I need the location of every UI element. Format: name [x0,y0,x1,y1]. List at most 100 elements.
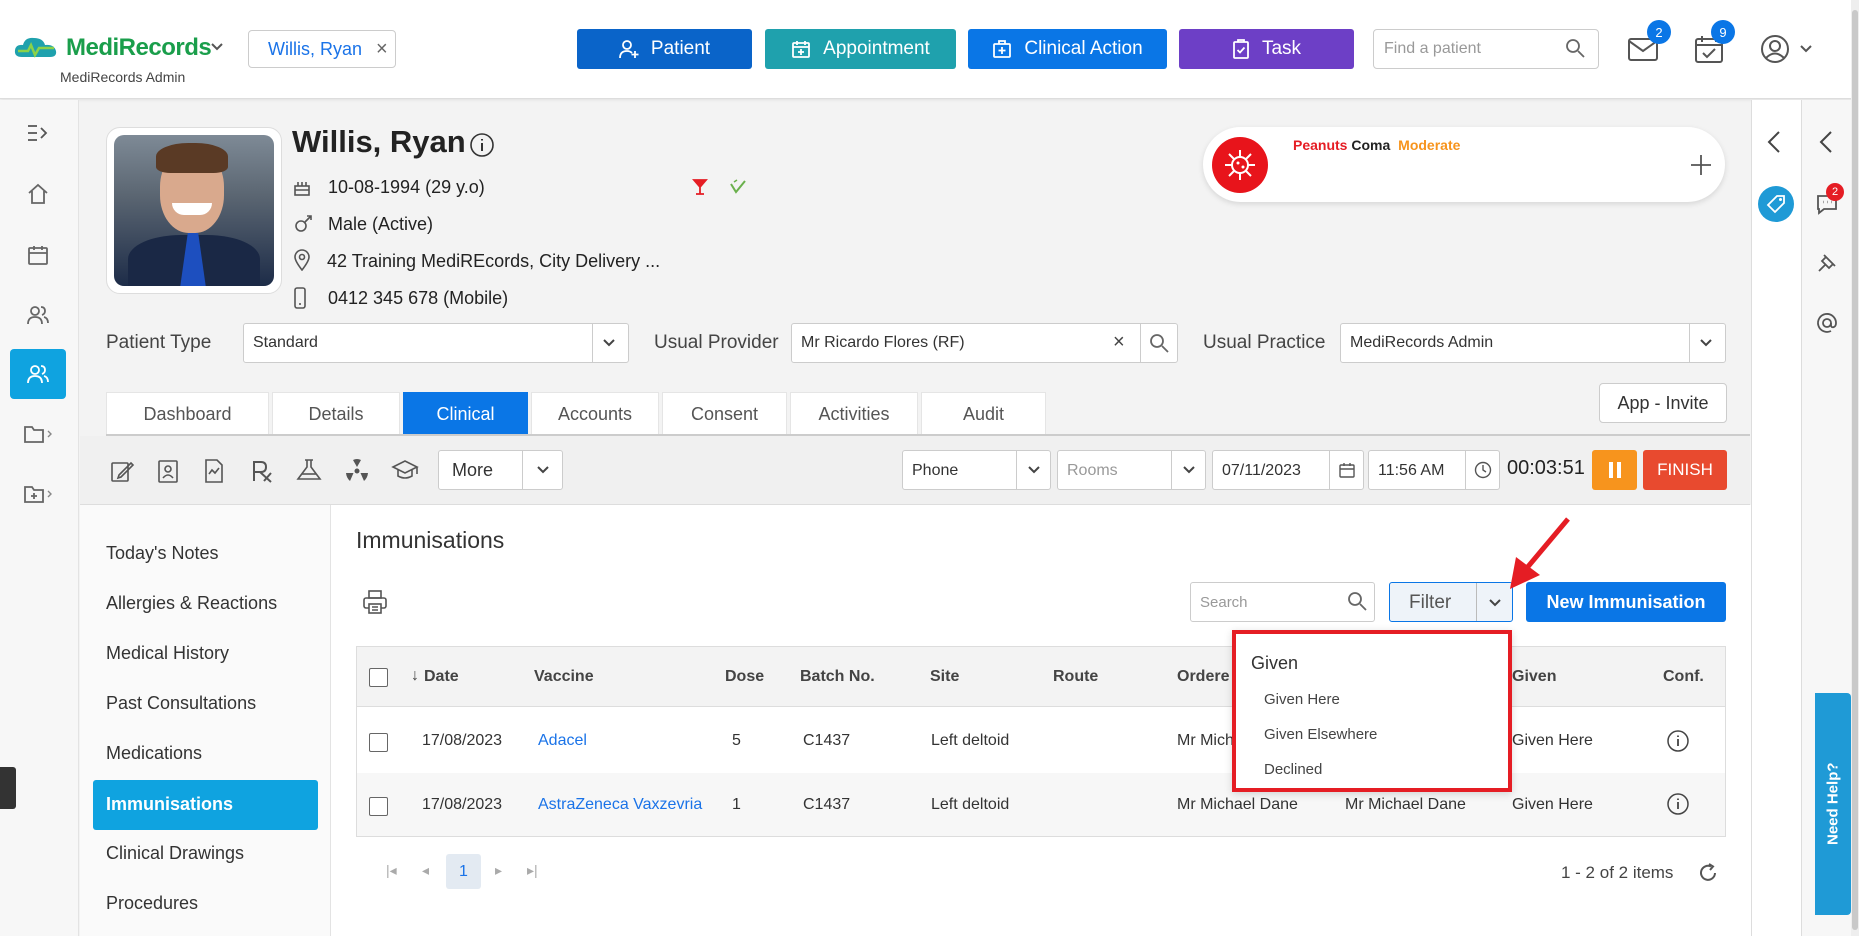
patients-icon[interactable] [10,349,66,399]
menu-medical-history[interactable]: Medical History [106,643,229,664]
column-conf[interactable]: Conf. [1663,668,1704,686]
column-dose[interactable]: Dose [725,668,764,686]
filter-button[interactable]: Filter [1389,582,1513,622]
column-ordered-by[interactable]: Ordere [1177,668,1229,686]
refresh-icon[interactable] [1697,862,1719,884]
last-page-icon[interactable]: ▸| [527,862,538,879]
page-number-current[interactable]: 1 [446,854,481,889]
clinical-action-button[interactable]: Clinical Action [968,29,1167,69]
select-all-checkbox[interactable] [369,668,388,687]
first-page-icon[interactable]: |◂ [386,862,397,879]
info-icon[interactable] [469,132,495,158]
contacts-icon[interactable] [10,290,66,340]
prescription-icon[interactable] [250,459,274,483]
education-cap-icon[interactable] [391,458,419,482]
edit-note-icon[interactable] [109,458,135,484]
usual-practice-select[interactable]: MediRecords Admin [1340,323,1726,363]
row-date: 17/08/2023 [422,732,503,749]
folder-add-icon[interactable] [10,469,66,519]
virus-icon [1212,137,1268,193]
tab-audit[interactable]: Audit [921,392,1046,435]
tab-activities[interactable]: Activities [790,392,918,435]
row-given: Given Here [1512,796,1593,813]
usual-provider-label: Usual Provider [654,332,779,353]
next-page-icon[interactable]: ▸ [495,862,502,879]
allergy-summary: Peanuts Coma Moderate [1293,137,1460,153]
time-picker[interactable]: 11:56 AM [1368,450,1500,490]
menu-todays-notes[interactable]: Today's Notes [106,543,219,564]
chat-count-badge: 2 [1826,183,1844,201]
menu-clinical-drawings[interactable]: Clinical Drawings [106,843,244,864]
side-drawer-tab[interactable] [0,767,16,809]
document-chart-icon[interactable] [202,458,226,484]
tab-dashboard[interactable]: Dashboard [106,392,269,435]
page-scrollbar-thumb[interactable] [1852,10,1858,930]
add-alert-icon[interactable] [1689,153,1713,177]
column-date[interactable]: Date [424,668,459,686]
rooms-select[interactable]: Rooms [1057,450,1206,490]
column-route[interactable]: Route [1053,668,1098,686]
search-icon[interactable] [1565,38,1585,58]
user-avatar-icon[interactable] [1760,34,1790,64]
calendar-icon[interactable] [10,230,66,280]
date-picker[interactable]: 07/11/2023 [1212,450,1364,490]
home-icon[interactable] [10,169,66,219]
pause-button[interactable] [1592,450,1637,490]
row-vaccine-link[interactable]: Adacel [538,732,587,750]
app-invite-button[interactable]: App - Invite [1599,383,1727,423]
expand-panel-chevron-icon[interactable] [1819,130,1833,154]
contact-type-select[interactable]: Phone [902,450,1051,490]
allergy-alert-card[interactable] [1203,127,1725,202]
mention-icon[interactable] [1816,312,1838,334]
menu-allergies[interactable]: Allergies & Reactions [106,593,277,614]
need-help-button[interactable]: Need Help? [1815,693,1851,915]
filter-option-given-elsewhere[interactable]: Given Elsewhere [1264,726,1377,743]
finish-button[interactable]: FINISH [1643,450,1727,490]
collapse-left-chevron-icon[interactable] [1767,130,1781,154]
close-icon[interactable]: × [376,38,388,61]
print-icon[interactable] [362,589,388,615]
tab-accounts[interactable]: Accounts [531,392,659,435]
tag-icon[interactable] [1758,186,1794,222]
tab-consent[interactable]: Consent [662,392,787,435]
new-appointment-button[interactable]: Appointment [765,29,956,69]
tab-clinical[interactable]: Clinical [403,392,528,435]
patient-type-select[interactable]: Standard [243,323,629,363]
menu-procedures[interactable]: Procedures [106,893,198,914]
pin-icon[interactable] [1816,252,1838,274]
clear-provider-icon[interactable]: × [1113,331,1125,354]
menu-immunisations[interactable]: Immunisations [93,780,318,830]
new-patient-button[interactable]: Patient [577,29,752,69]
filter-option-given-here[interactable]: Given Here [1264,691,1340,708]
column-site[interactable]: Site [930,668,959,686]
lab-flask-icon[interactable] [294,458,324,482]
column-given[interactable]: Given [1512,668,1556,686]
folder-icon[interactable] [10,409,66,459]
more-dropdown[interactable]: More [438,450,563,490]
radiation-icon[interactable] [344,458,370,484]
brand-chevron-down-icon[interactable] [210,42,224,52]
column-batch[interactable]: Batch No. [800,668,875,686]
row-date: 17/08/2023 [422,796,503,813]
info-icon[interactable] [1666,792,1690,816]
tab-details[interactable]: Details [272,392,400,435]
expand-menu-icon[interactable] [10,108,66,158]
user-chevron-down-icon[interactable] [1799,44,1813,54]
search-icon[interactable] [1347,591,1367,611]
menu-past-consultations[interactable]: Past Consultations [106,693,256,714]
usual-practice-label: Usual Practice [1203,332,1326,353]
row-checkbox[interactable] [369,733,388,752]
filter-option-declined[interactable]: Declined [1264,761,1322,778]
sort-arrow-icon[interactable]: ↓ [411,667,419,685]
prev-page-icon[interactable]: ◂ [422,862,429,879]
patient-chip[interactable]: Willis, Ryan × [248,30,396,68]
menu-medications[interactable]: Medications [106,743,202,764]
row-checkbox[interactable] [369,797,388,816]
column-vaccine[interactable]: Vaccine [534,668,594,686]
info-icon[interactable] [1666,729,1690,753]
new-task-button[interactable]: Task [1179,29,1354,69]
brand-logo[interactable]: MediRecords [66,34,212,62]
clipboard-person-icon[interactable] [156,458,180,484]
row-vaccine-link[interactable]: AstraZeneca Vaxzevria [538,796,702,814]
usual-provider-input[interactable]: Mr Ricardo Flores (RF) × [791,323,1178,363]
